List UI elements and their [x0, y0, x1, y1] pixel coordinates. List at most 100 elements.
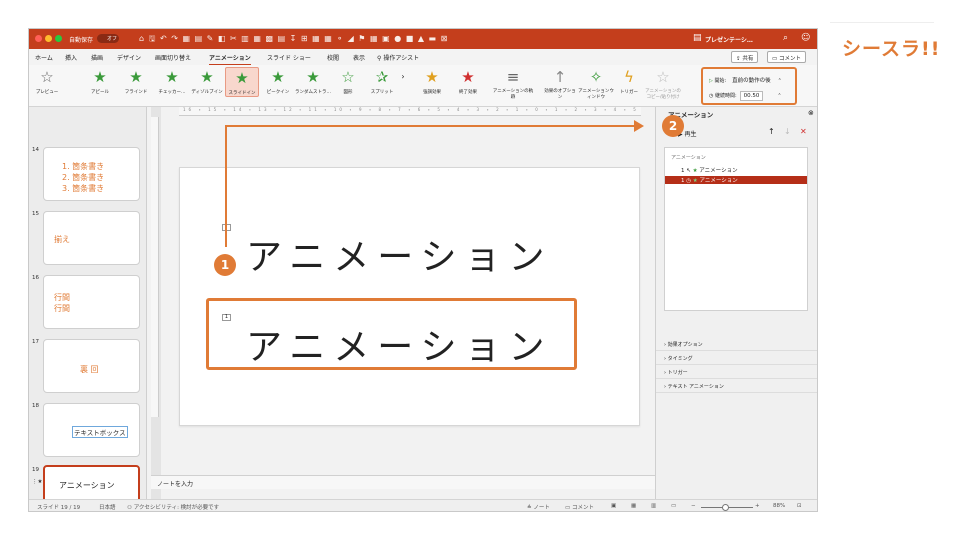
animation-list: アニメーション 1 ↖ ★ アニメーション 1 ◷ ★ アニメーション — [664, 147, 808, 311]
status-bar: スライド 19 / 19 日本語 ⚇ アクセシビリティ: 検討が必要です ≙ ノ… — [29, 499, 817, 511]
horizontal-ruler: 16 ∙ 15 ∙ 14 ∙ 13 ∙ 12 ∙ 11 ∙ 10 ∙ 9 ∙ 8… — [179, 107, 641, 116]
zoom-out-button[interactable]: − — [691, 503, 696, 509]
star-icon: ★ — [165, 68, 179, 86]
slide-thumbnail-14[interactable]: 1. 箇条書き 2. 箇条書き 3. 箇条書き — [43, 147, 140, 201]
tab-slideshow[interactable]: スライド ショー — [267, 53, 311, 62]
brand-divider — [830, 22, 934, 23]
tab-insert[interactable]: 挿入 — [65, 53, 77, 62]
section-effect-options[interactable]: › 効果オプション — [656, 337, 817, 351]
slide-thumbnail-16[interactable]: 行間 行間 — [43, 275, 140, 329]
effect-options-button[interactable]: ↑ 効果のオプション — [543, 67, 577, 101]
zoom-level[interactable]: 88% — [773, 503, 785, 509]
effect-split[interactable]: ✰ スプリット — [365, 67, 399, 95]
section-trigger[interactable]: › トリガー — [656, 365, 817, 379]
slide-number: 18 — [32, 403, 39, 409]
star-icon: ★ — [200, 68, 214, 86]
autosave-toggle[interactable]: オフ — [97, 34, 119, 43]
minimize-window-button[interactable] — [45, 35, 52, 42]
comments-toggle[interactable]: ▭ コメント — [565, 503, 594, 511]
painter-star-icon: ☆ — [656, 68, 670, 86]
tab-design[interactable]: デザイン — [117, 53, 141, 62]
close-pane-icon[interactable]: ⊗ — [808, 109, 814, 117]
accessibility-status[interactable]: ⚇ アクセシビリティ: 検討が必要です — [127, 503, 219, 511]
slide-thumbnail-18[interactable]: テキストボックス — [43, 403, 140, 457]
slide-thumbnail-17[interactable]: 裏 回 — [43, 339, 140, 393]
slide-thumbnails-panel: 14 1. 箇条書き 2. 箇条書き 3. 箇条書き 15 揃え 16 行間 行… — [29, 107, 147, 511]
close-window-button[interactable] — [35, 35, 42, 42]
share-button[interactable]: ⇪ 共有 — [731, 51, 759, 63]
slide-thumbnail-15[interactable]: 揃え — [43, 211, 140, 265]
effect-peek-in[interactable]: ★ ピークイン — [261, 67, 295, 95]
duration-input[interactable]: 00.50 — [739, 91, 764, 101]
start-dropdown[interactable]: 直前の動作の後 — [729, 75, 774, 85]
star-icon: ★ — [93, 68, 107, 86]
effect-blinds[interactable]: ★ フラインド — [119, 67, 153, 95]
reading-view-icon[interactable]: ▥ — [651, 503, 656, 509]
animation-pane-button[interactable]: ✧ アニメーションウィンドウ — [577, 67, 615, 101]
effect-shape[interactable]: ☆ 図形 — [333, 67, 363, 95]
dropdown-chevron-icon: ⌃ — [777, 78, 782, 84]
tab-tell-me[interactable]: ⚲ 操作アシスト — [377, 53, 419, 62]
slideshow-view-icon[interactable]: ▭ — [671, 503, 676, 509]
notes-input[interactable]: ノートを入力 — [151, 475, 661, 489]
section-text-animation[interactable]: › テキスト アニメーション — [656, 379, 817, 393]
title-bar: 自動保存 オフ ⌂ 🖫 ↶ ↷ ▦ ▤ ✎ ◧ ✂ ▥ ▦ ▩ ▤ ↧ ⊞ ▦ … — [29, 29, 817, 49]
effect-appear[interactable]: ★ アピール — [83, 67, 117, 95]
delete-icon[interactable]: ✕ — [800, 127, 807, 136]
arrow-up-icon: ↑ — [553, 68, 567, 86]
autosave-label: 自動保存 — [69, 37, 94, 44]
tab-draw[interactable]: 描画 — [91, 53, 103, 62]
effect-checkerboard[interactable]: ★ チェッカー… — [155, 67, 189, 95]
search-icon[interactable]: ⌕ — [783, 33, 788, 43]
slide-number: 16 — [32, 275, 39, 281]
more-effects-chevron-icon[interactable]: › — [399, 67, 407, 89]
move-up-icon[interactable]: ↑ — [768, 127, 775, 136]
move-down-icon[interactable]: ↓ — [784, 127, 791, 136]
animations-ribbon: ☆ プレビュー ★ アピール ★ フラインド ★ チェッカー… ★ ディゾルブイン ★ スラ… — [29, 65, 817, 107]
fit-to-window-icon[interactable]: ⊡ — [797, 503, 802, 509]
comments-button[interactable]: ▭ コメント — [767, 51, 806, 63]
vertical-ruler — [151, 117, 159, 417]
language-indicator[interactable]: 日本語 — [99, 503, 116, 511]
duration-stepper[interactable]: ⌃ — [777, 93, 781, 99]
quick-access-toolbar[interactable]: ⌂ 🖫 ↶ ↷ ▦ ▤ ✎ ◧ ✂ ▥ ▦ ▩ ▤ ↧ ⊞ ▦ ▦ ⚬ ◢ ⚑ … — [139, 33, 589, 47]
account-icon[interactable]: ☺ — [801, 33, 810, 43]
animation-pane-icon: ✧ — [589, 68, 603, 86]
list-header: アニメーション — [671, 155, 706, 161]
zoom-in-button[interactable]: + — [755, 503, 760, 509]
sorter-view-icon[interactable]: ▦ — [631, 503, 636, 509]
motion-path-button[interactable]: ≡ アニメーションの軌跡 — [491, 67, 535, 101]
exit-star-icon: ★ — [461, 68, 475, 86]
tab-home[interactable]: ホーム — [35, 53, 53, 62]
section-timing[interactable]: › タイミング — [656, 351, 817, 365]
star-icon: ★ — [235, 69, 249, 87]
trigger-button[interactable]: ϟ トリガー — [617, 67, 641, 95]
animation-list-item[interactable]: 1 ↖ ★ アニメーション — [665, 166, 807, 174]
emphasis-button[interactable]: ★ 強調効果 — [419, 67, 445, 95]
tab-review[interactable]: 校閲 — [327, 53, 339, 62]
callout-badge-2: 2 — [662, 115, 684, 137]
notes-toggle[interactable]: ≙ ノート — [527, 503, 550, 511]
play-icon: ▷ — [709, 78, 713, 84]
star-icon: ★ — [129, 68, 143, 86]
zoom-window-button[interactable] — [55, 35, 62, 42]
timing-options-box: ▷ 開始: 直前の動作の後 ⌃ ◷ 継続時間: 00.50 ⌃ — [701, 67, 797, 105]
effect-dissolve-in[interactable]: ★ ディゾルブイン — [190, 67, 224, 95]
slide-text-1[interactable]: アニメーション — [246, 228, 553, 280]
exit-button[interactable]: ★ 終了効果 — [455, 67, 481, 95]
slide-canvas[interactable]: アニメーション 1 アニメーション — [179, 167, 640, 426]
tab-view[interactable]: 表示 — [353, 53, 365, 62]
preview-button[interactable]: ☆ プレビュー — [33, 67, 61, 95]
star-icon: ☆ — [341, 68, 355, 86]
zoom-slider-thumb[interactable] — [722, 504, 729, 511]
effect-slide-in[interactable]: ★ スライドイン — [225, 67, 259, 97]
animation-list-item-selected[interactable]: 1 ◷ ★ アニメーション — [665, 176, 807, 184]
normal-view-icon[interactable]: ▣ — [611, 503, 616, 509]
tab-transitions[interactable]: 画面切り替え — [155, 53, 191, 62]
animation-painter-button[interactable]: ☆ アニメーションのコピー/貼り付け — [643, 67, 683, 101]
slide-number: 19 — [32, 467, 39, 473]
emphasis-star-icon: ★ — [425, 68, 439, 86]
slide-number: 17 — [32, 339, 39, 345]
lightning-icon: ϟ — [624, 68, 634, 86]
effect-random-bars[interactable]: ★ ランダムストラ… — [295, 67, 331, 95]
